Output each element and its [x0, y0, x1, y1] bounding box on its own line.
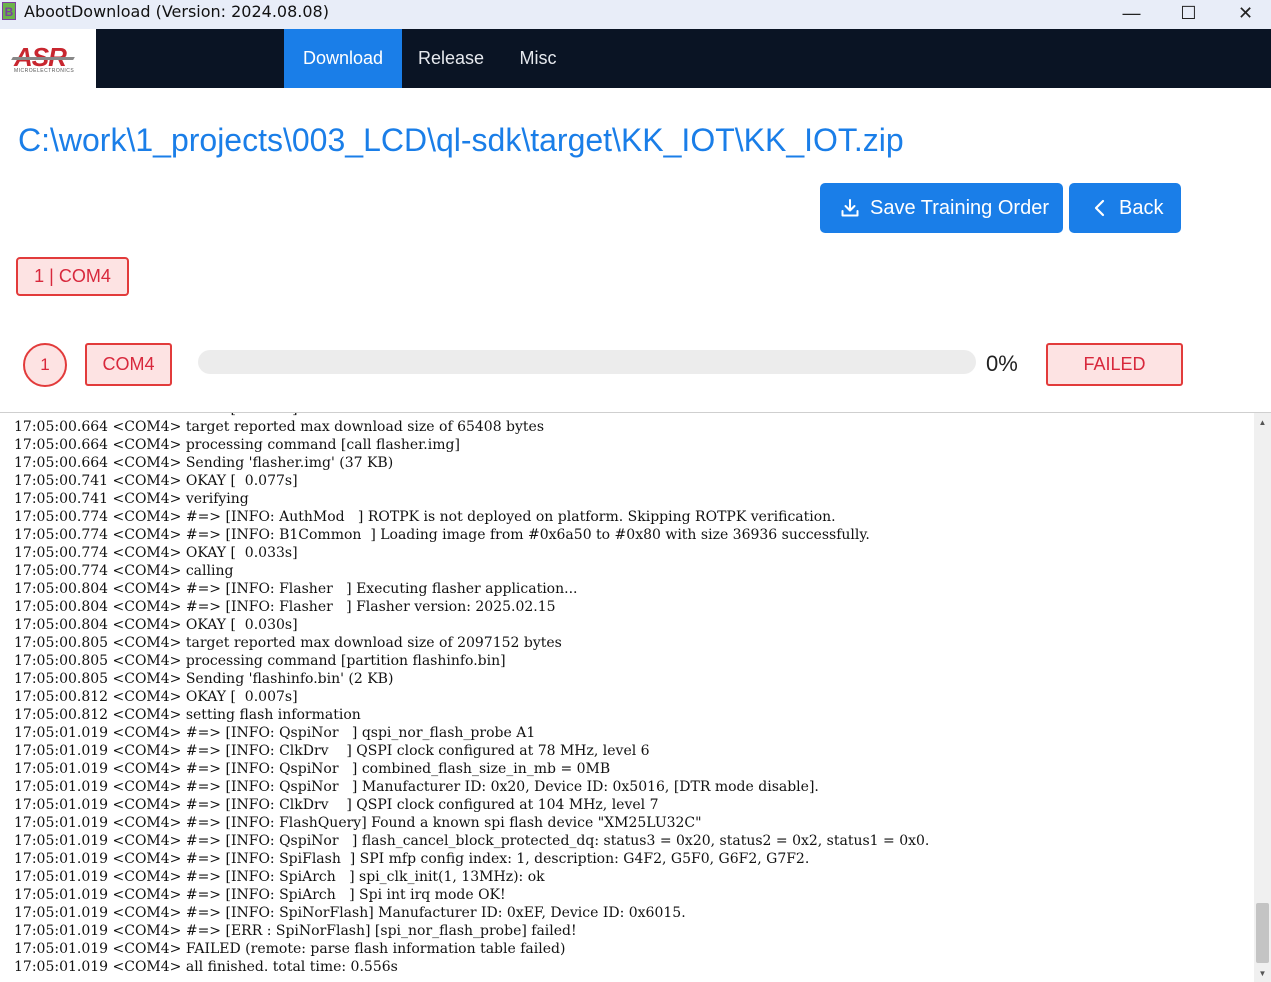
close-button[interactable]: ✕: [1217, 0, 1271, 28]
scroll-up-arrow-icon[interactable]: ▲: [1254, 417, 1271, 429]
progress-percent-text: 0%: [986, 351, 1018, 376]
log-line: 17:05:01.019 <COM4> #=> [INFO: ClkDrv ] …: [14, 797, 659, 813]
save-training-order-button[interactable]: Save Training Order: [820, 183, 1063, 233]
log-output[interactable]: 17:05:00.664 <COM4> OKAY [ 0.002s]17:05:…: [0, 413, 1254, 982]
save-training-order-label: Save Training Order: [870, 197, 1049, 219]
log-line: 17:05:00.741 <COM4> OKAY [ 0.077s]: [14, 473, 298, 489]
logo-swoosh: [11, 57, 75, 60]
log-line: 17:05:01.019 <COM4> #=> [INFO: FlashQuer…: [14, 815, 702, 831]
status-badge: FAILED: [1046, 343, 1183, 386]
top-navbar: ASR MICROELECTRONICS Download Release Mi…: [0, 29, 1271, 88]
port-tag-com4[interactable]: 1 | COM4: [16, 257, 129, 296]
tab-misc[interactable]: Misc: [500, 29, 576, 88]
log-line: 17:05:01.019 <COM4> all finished. total …: [14, 959, 398, 975]
logo: ASR MICROELECTRONICS: [0, 29, 96, 88]
download-icon: [841, 199, 859, 217]
log-line: 17:05:01.019 <COM4> #=> [INFO: QspiNor ]…: [14, 725, 536, 741]
window-titlebar: B AbootDownload (Version: 2024.08.08) — …: [0, 0, 1271, 29]
log-line: 17:05:01.019 <COM4> #=> [ERR : SpiNorFla…: [14, 923, 577, 939]
log-line: 17:05:00.774 <COM4> calling: [14, 563, 234, 579]
scroll-down-arrow-icon[interactable]: ▼: [1254, 968, 1271, 980]
log-line: 17:05:01.019 <COM4> #=> [INFO: SpiArch ]…: [14, 887, 506, 903]
tab-release[interactable]: Release: [402, 29, 500, 88]
log-lines: 17:05:00.664 <COM4> OKAY [ 0.002s]17:05:…: [14, 413, 929, 976]
log-line: 17:05:00.741 <COM4> verifying: [14, 491, 249, 507]
log-line: 17:05:00.805 <COM4> Sending 'flashinfo.b…: [14, 671, 394, 687]
log-line: 17:05:00.804 <COM4> #=> [INFO: Flasher ]…: [14, 581, 578, 597]
device-port-badge: COM4: [85, 343, 172, 386]
device-index-badge: 1: [23, 343, 67, 387]
tab-download[interactable]: Download: [284, 29, 402, 88]
window-title: AbootDownload (Version: 2024.08.08): [24, 2, 329, 21]
log-line: 17:05:00.774 <COM4> OKAY [ 0.033s]: [14, 545, 298, 561]
log-line: 17:05:00.805 <COM4> target reported max …: [14, 635, 562, 651]
log-line: 17:05:01.019 <COM4> #=> [INFO: SpiFlash …: [14, 851, 810, 867]
log-line: 17:05:00.664 <COM4> processing command […: [14, 437, 460, 453]
log-line: 17:05:00.804 <COM4> OKAY [ 0.030s]: [14, 617, 298, 633]
log-line: 17:05:01.019 <COM4> #=> [INFO: QspiNor ]…: [14, 761, 611, 777]
log-line: 17:05:00.664 <COM4> target reported max …: [14, 419, 545, 435]
log-line: 17:05:00.805 <COM4> processing command […: [14, 653, 506, 669]
log-line: 17:05:00.774 <COM4> #=> [INFO: AuthMod ]…: [14, 509, 836, 525]
log-line: 17:05:00.774 <COM4> #=> [INFO: B1Common …: [14, 527, 870, 543]
scroll-thumb[interactable]: [1256, 903, 1269, 963]
back-label: Back: [1119, 197, 1164, 219]
minimize-button[interactable]: —: [1103, 0, 1160, 28]
log-line: 17:05:01.019 <COM4> FAILED (remote: pars…: [14, 941, 566, 957]
package-path-title: C:\work\1_projects\003_LCD\ql-sdk\target…: [18, 122, 904, 158]
log-line: 17:05:01.019 <COM4> #=> [INFO: QspiNor ]…: [14, 833, 930, 849]
log-line: 17:05:00.664 <COM4> Sending 'flasher.img…: [14, 455, 394, 471]
log-line: 17:05:00.812 <COM4> setting flash inform…: [14, 707, 361, 723]
chevron-left-icon: [1094, 199, 1105, 217]
log-line: 17:05:01.019 <COM4> #=> [INFO: QspiNor ]…: [14, 779, 819, 795]
log-line: 17:05:00.804 <COM4> #=> [INFO: Flasher ]…: [14, 599, 556, 615]
log-scrollbar[interactable]: ▲ ▼: [1254, 413, 1271, 982]
log-line: 17:05:01.019 <COM4> #=> [INFO: SpiNorFla…: [14, 905, 686, 921]
log-line: 17:05:01.019 <COM4> #=> [INFO: SpiArch ]…: [14, 869, 545, 885]
log-line: 17:05:00.812 <COM4> OKAY [ 0.007s]: [14, 689, 298, 705]
back-button[interactable]: Back: [1069, 183, 1181, 233]
logo-subtext: MICROELECTRONICS: [14, 68, 75, 74]
maximize-button[interactable]: ☐: [1160, 0, 1217, 28]
app-icon: B: [2, 2, 16, 20]
download-progress-bar: [198, 350, 976, 374]
log-line: 17:05:01.019 <COM4> #=> [INFO: ClkDrv ] …: [14, 743, 650, 759]
